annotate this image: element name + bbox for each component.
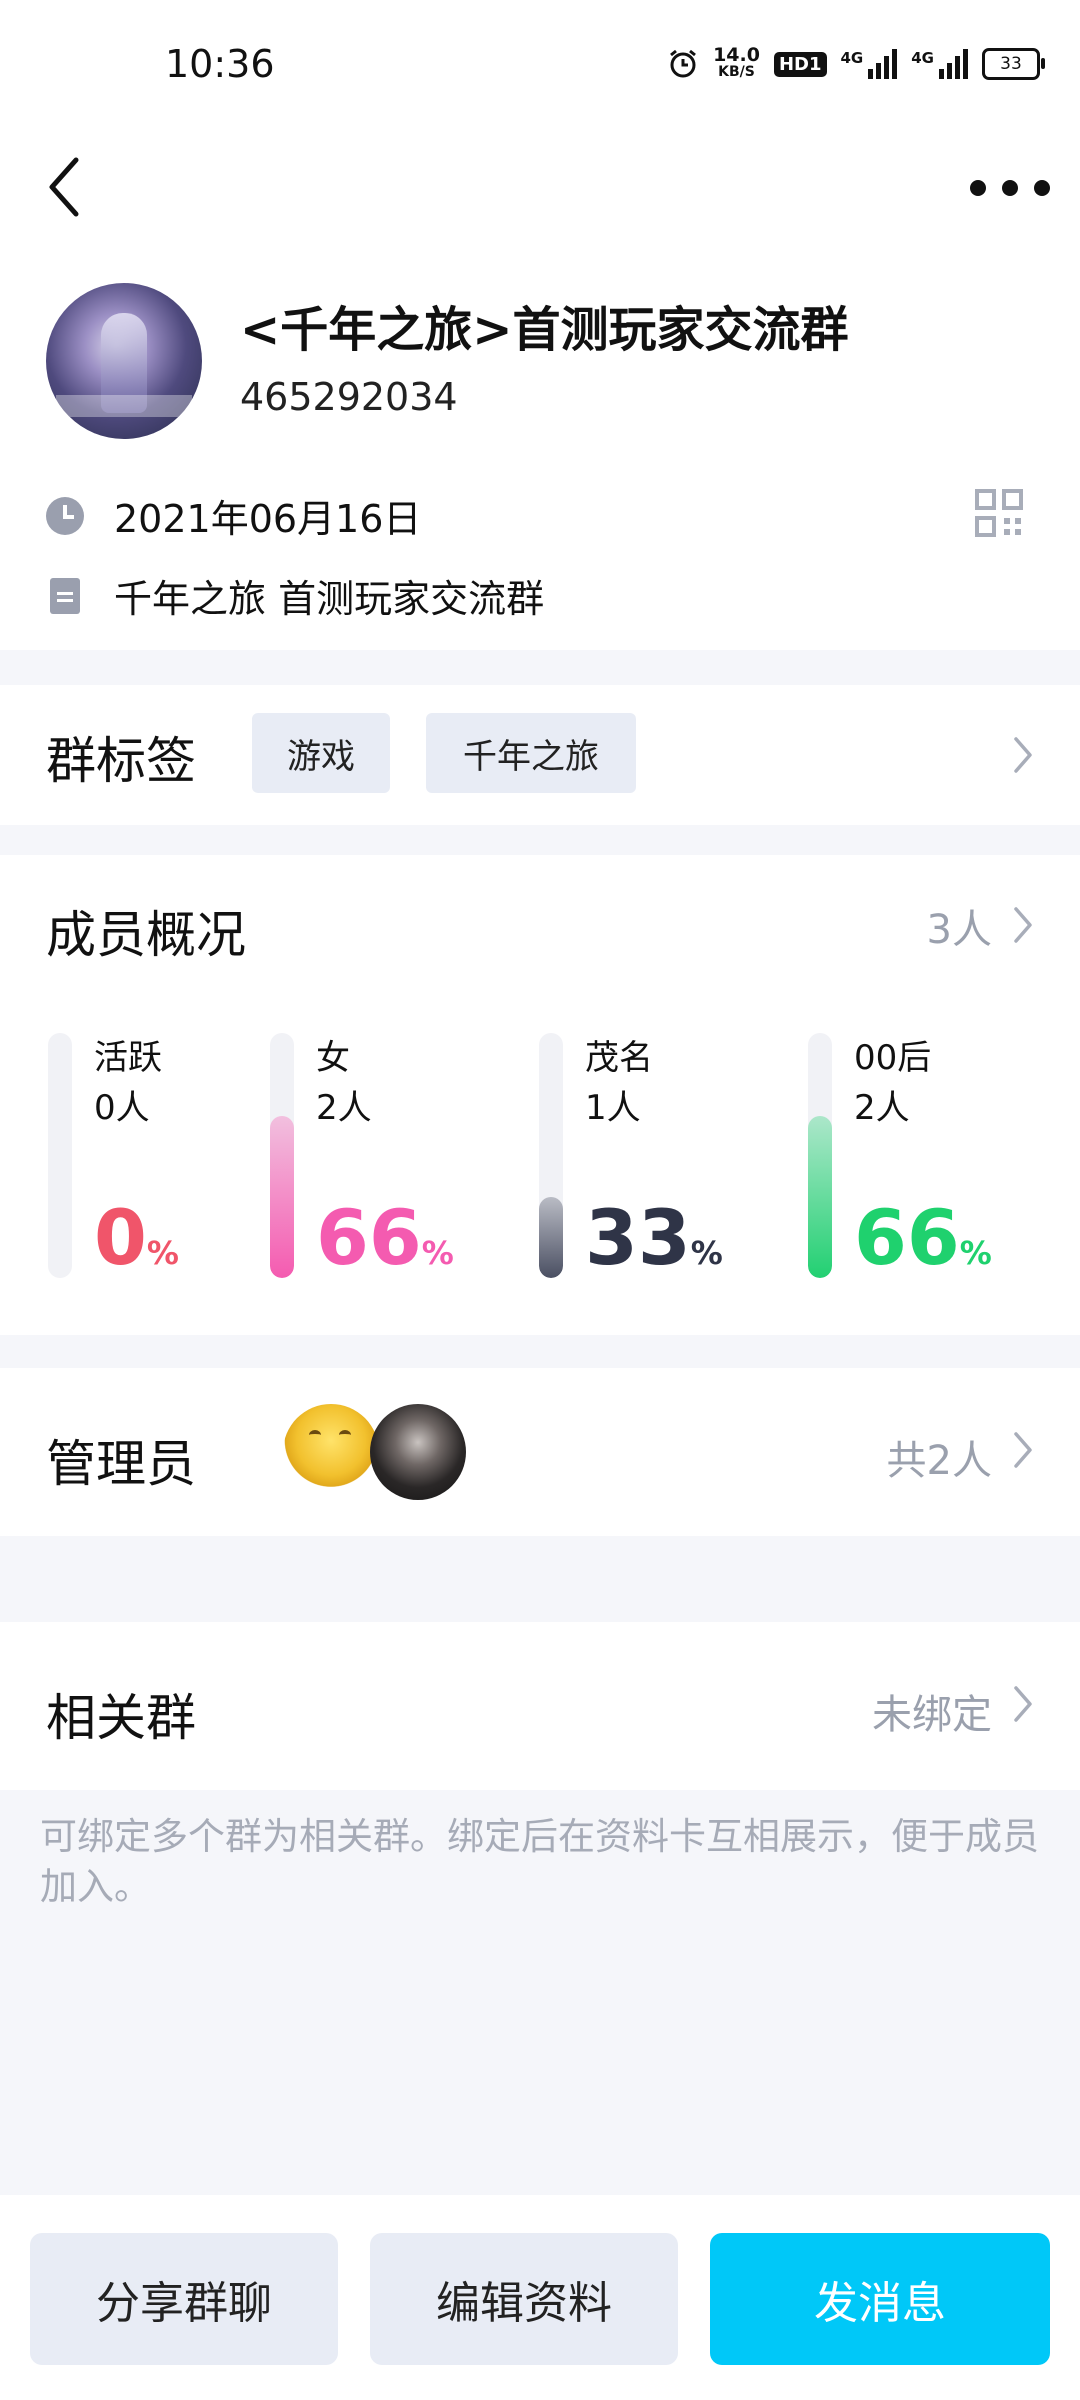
stat-bar [270,1033,294,1278]
related-hint: 可绑定多个群为相关群。绑定后在资料卡互相展示，便于成员加入。 [40,1815,1039,1908]
group-description: 千年之旅 首测玩家交流群 [114,577,545,621]
edit-profile-button[interactable]: 编辑资料 [370,2233,678,2365]
qr-code-icon[interactable] [974,488,1024,538]
stat-bar [808,1033,832,1278]
share-group-button[interactable]: 分享群聊 [30,2233,338,2365]
signal-icon: 4G [841,49,898,79]
tag-chip: 游戏 [252,713,390,793]
chevron-right-icon [1014,1432,1032,1468]
stat-count: 1人 [585,1088,641,1128]
group-id: 465292034 [240,375,458,419]
back-icon[interactable] [40,152,90,222]
stat-percent: 33% [585,1193,723,1282]
tag-chip: 千年之旅 [426,713,636,793]
group-header: <千年之旅>首测玩家交流群 465292034 2021年06月16日 千年之旅… [0,130,1080,650]
clock-icon [46,496,84,535]
stat-count: 0人 [94,1088,150,1128]
stat-count: 2人 [854,1088,910,1128]
stat-percent: 66% [316,1193,454,1282]
members-title: 成员概况 [46,906,246,964]
chevron-right-icon [1014,737,1032,773]
stat-percent: 0% [94,1193,179,1282]
related-groups-row[interactable]: 相关群 未绑定 [0,1622,1080,1790]
bottom-action-bar: 分享群聊 编辑资料 发消息 [0,2195,1080,2400]
admins-row[interactable]: 管理员 共2人 [0,1368,1080,1536]
member-overview: 成员概况 3人 活跃 0人 0% 女 2人 66% 茂名 1人 33% 00后 [0,855,1080,1335]
description-row: 千年之旅 首测玩家交流群 [46,568,544,623]
document-icon [50,577,80,614]
network-speed: 14.0 KB/S [713,44,760,81]
status-icons: 14.0 KB/S HD1 4G 4G 33 [667,44,1045,84]
avatar[interactable] [283,1404,379,1500]
signal-icon: 4G [911,49,968,79]
stat-percent: 66% [854,1193,992,1282]
created-date-row: 2021年06月16日 [46,488,421,543]
admin-count: 共2人 [886,1438,992,1484]
more-icon[interactable] [970,170,1050,206]
created-date: 2021年06月16日 [114,497,422,541]
tags-title: 群标签 [46,732,196,790]
stat-female: 女 2人 66% [270,1033,510,1282]
related-title: 相关群 [46,1689,196,1747]
stat-location: 茂名 1人 33% [539,1033,779,1282]
status-bar: 10:36 14.0 KB/S HD1 4G 4G 33 [0,0,1080,130]
avatar[interactable] [370,1404,466,1500]
stat-label: 00后 [854,1038,932,1078]
stat-age: 00后 2人 66% [808,1033,1048,1282]
stat-count: 2人 [316,1088,372,1128]
group-tags-row[interactable]: 群标签 游戏 千年之旅 [0,685,1080,825]
related-status: 未绑定 [872,1692,992,1738]
member-count: 3人 [926,907,992,953]
stat-bar [48,1033,72,1278]
group-avatar[interactable] [46,283,202,439]
chevron-right-icon [1014,907,1032,943]
send-message-button[interactable]: 发消息 [710,2233,1050,2365]
hd-voice-icon: HD1 [773,51,827,77]
chevron-right-icon [1014,1686,1032,1722]
status-time: 10:36 [165,42,275,86]
group-name: <千年之旅>首测玩家交流群 [240,302,849,358]
stat-label: 女 [316,1038,350,1078]
alarm-icon [670,49,697,78]
stat-bar [539,1033,563,1278]
battery-icon: 33 [982,48,1045,80]
stat-label: 茂名 [585,1038,653,1078]
admins-title: 管理员 [46,1435,196,1493]
stat-active: 活跃 0人 0% [48,1033,288,1282]
stat-label: 活跃 [94,1038,162,1078]
